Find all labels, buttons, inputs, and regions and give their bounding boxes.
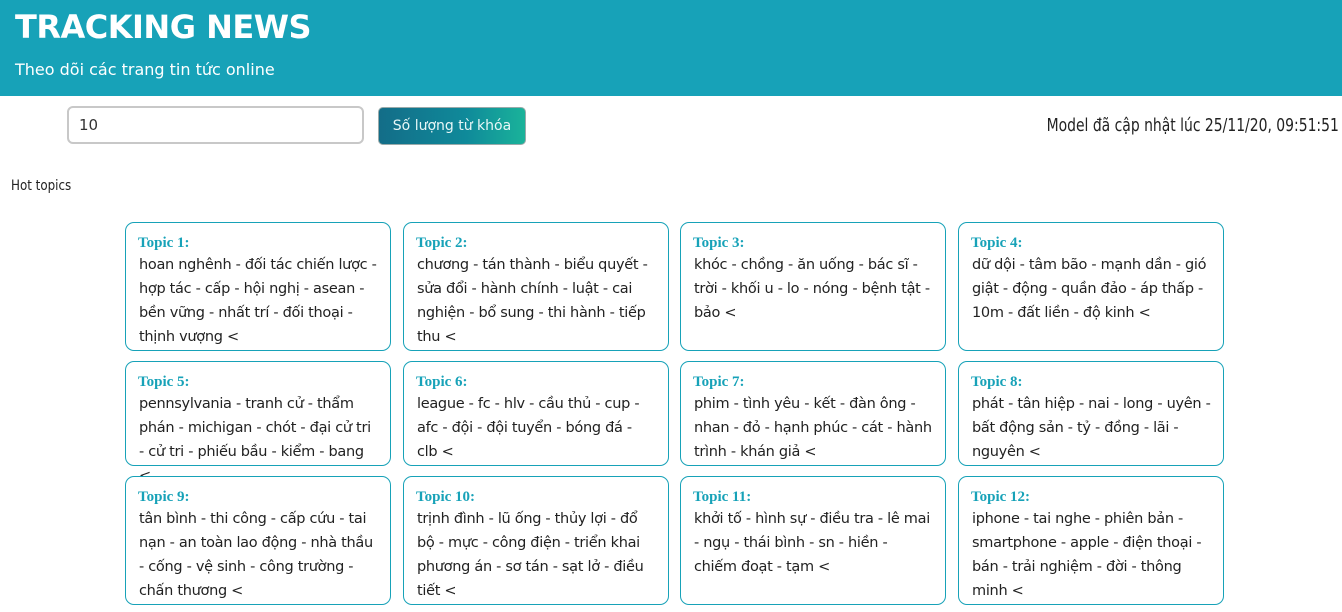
hot-topics-heading: Hot topics: [11, 178, 72, 194]
topic-card: Topic 4: dữ dội - tâm bão - mạnh dần - g…: [958, 222, 1224, 351]
topic-title: Topic 6:: [416, 374, 468, 390]
topic-card: Topic 3: khóc - chồng - ăn uống - bác sĩ…: [680, 222, 946, 351]
topic-keywords: phim - tình yêu - kết - đàn ông - nhan -…: [694, 396, 932, 460]
topic-card: Topic 9: tân bình - thi công - cấp cứu -…: [125, 476, 391, 605]
keyword-count-button[interactable]: Số lượng từ khóa: [378, 107, 526, 145]
topic-keywords: hoan nghênh - đối tác chiến lược - hợp t…: [139, 257, 377, 345]
topic-card: Topic 7: phim - tình yêu - kết - đàn ông…: [680, 361, 946, 466]
topic-card: Topic 12: iphone - tai nghe - phiên bản …: [958, 476, 1224, 605]
topic-card: Topic 1: hoan nghênh - đối tác chiến lượ…: [125, 222, 391, 351]
topic-title: Topic 8:: [971, 374, 1023, 390]
topic-keywords: league - fc - hlv - cầu thủ - cup - afc …: [417, 396, 640, 460]
topic-title: Topic 12:: [971, 489, 1031, 505]
keyword-count-input[interactable]: [67, 106, 364, 144]
topic-keywords: phát - tân hiệp - nai - long - uyên - bấ…: [972, 396, 1211, 460]
topic-card: Topic 5: pennsylvania - tranh cử - thẩm …: [125, 361, 391, 484]
topic-keywords: chương - tán thành - biểu quyết - sửa đổ…: [417, 257, 648, 345]
page-header: TRACKING NEWS Theo dõi các trang tin tức…: [0, 0, 1342, 96]
topic-title: Topic 7:: [693, 374, 745, 390]
model-updated-status: Model đã cập nhật lúc 25/11/20, 09:51:51: [1046, 115, 1339, 136]
topic-card: Topic 2: chương - tán thành - biểu quyết…: [403, 222, 669, 351]
topic-title: Topic 11:: [693, 489, 752, 505]
topic-title: Topic 4:: [971, 235, 1023, 251]
topic-title: Topic 9:: [138, 489, 190, 505]
topic-keywords: khóc - chồng - ăn uống - bác sĩ - trời -…: [694, 257, 930, 321]
topic-keywords: trịnh đình - lũ ống - thủy lợi - đổ bộ -…: [417, 511, 644, 599]
topic-card: Topic 10: trịnh đình - lũ ống - thủy lợi…: [403, 476, 669, 605]
topic-title: Topic 10:: [416, 489, 476, 505]
topic-title: Topic 3:: [693, 235, 745, 251]
topic-title: Topic 5:: [138, 374, 190, 390]
topic-card: Topic 11: khởi tố - hình sự - điều tra -…: [680, 476, 946, 605]
topic-keywords: iphone - tai nghe - phiên bản - smartpho…: [972, 511, 1202, 599]
app-title: TRACKING NEWS: [15, 8, 312, 46]
topic-title: Topic 2:: [416, 235, 468, 251]
topic-card: Topic 6: league - fc - hlv - cầu thủ - c…: [403, 361, 669, 466]
topic-keywords: dữ dội - tâm bão - mạnh dần - gió giật -…: [972, 257, 1207, 321]
topic-title: Topic 1:: [138, 235, 190, 251]
topic-card: Topic 8: phát - tân hiệp - nai - long - …: [958, 361, 1224, 466]
topic-keywords: pennsylvania - tranh cử - thẩm phán - mi…: [139, 396, 371, 484]
topic-keywords: khởi tố - hình sự - điều tra - lê mai - …: [694, 511, 930, 575]
topic-keywords: tân bình - thi công - cấp cứu - tai nạn …: [139, 511, 373, 599]
app-subtitle: Theo dõi các trang tin tức online: [15, 60, 275, 79]
